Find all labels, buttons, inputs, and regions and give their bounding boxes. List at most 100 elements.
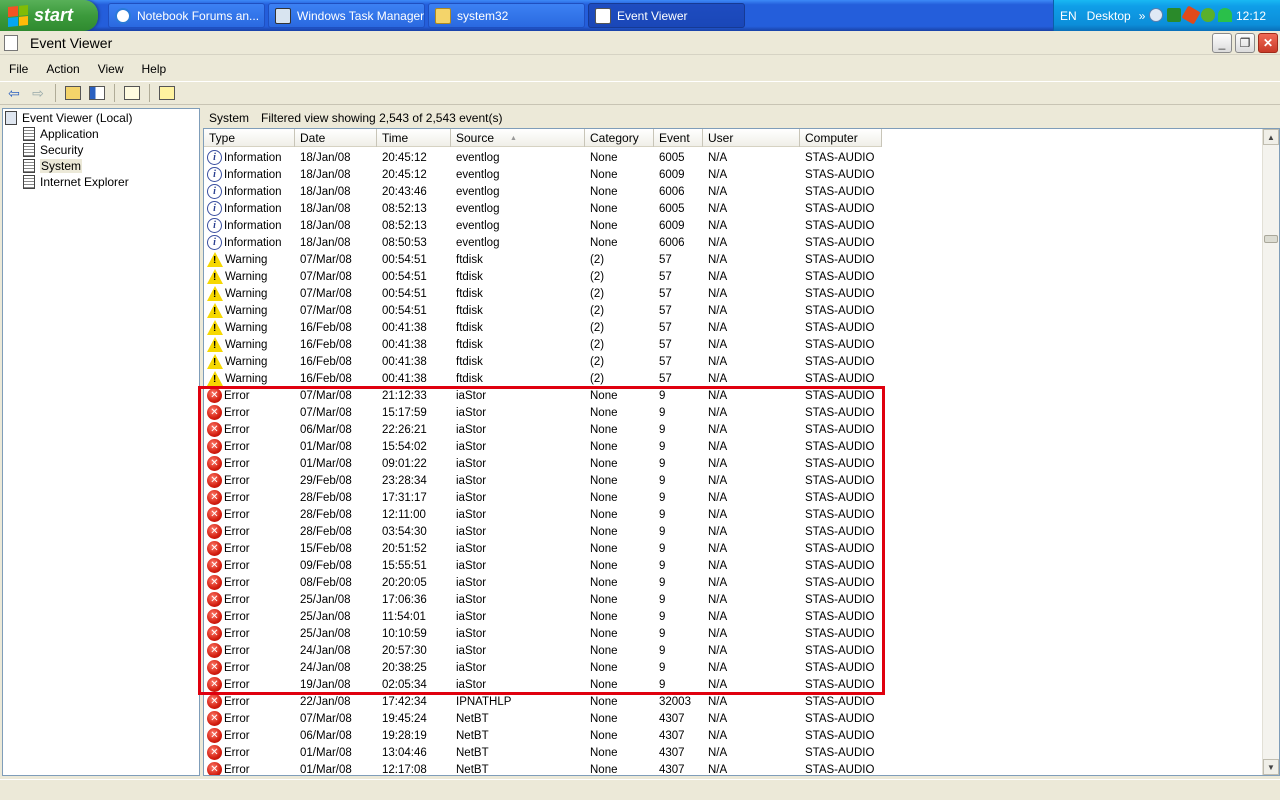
taskbar-button-system32[interactable]: system32 bbox=[428, 3, 585, 28]
table-row[interactable]: ! Warning 07/Mar/08 00:54:51 ftdisk (2) 57 N/A S… bbox=[204, 251, 882, 268]
window-titlebar[interactable]: Event Viewer bbox=[0, 31, 1280, 55]
scroll-down-arrow-icon[interactable]: ▼ bbox=[1263, 759, 1279, 775]
scroll-up-arrow-icon[interactable]: ▲ bbox=[1263, 129, 1279, 145]
table-row[interactable]: ✕ Error 29/Feb/08 23:28:34 iaStor None 9 N/A STA… bbox=[204, 472, 882, 489]
table-row[interactable]: i Information 18/Jan/08 20:43:46 eventlog Non… bbox=[204, 183, 882, 200]
column-header-source[interactable]: Source ▲ bbox=[451, 129, 585, 147]
table-row[interactable]: ✕ Error 06/Mar/08 22:26:21 iaStor None 9 N/A STA… bbox=[204, 421, 882, 438]
help-icon[interactable] bbox=[157, 83, 177, 103]
desktop-toolbar[interactable]: Desktop bbox=[1087, 9, 1131, 23]
start-button[interactable]: start bbox=[0, 0, 98, 31]
tree-root-event-viewer[interactable]: Event Viewer (Local) bbox=[5, 110, 133, 126]
table-row[interactable]: ! Warning 16/Feb/08 00:41:38 ftdisk (2) 57 N/A S… bbox=[204, 336, 882, 353]
vertical-scrollbar[interactable]: ▲ ▼ bbox=[1262, 129, 1279, 775]
column-header-computer[interactable]: Computer bbox=[800, 129, 882, 147]
cell-time: 12:11:00 bbox=[382, 508, 426, 521]
table-row[interactable]: ! Warning 07/Mar/08 00:54:51 ftdisk (2) 57 N/A S… bbox=[204, 285, 882, 302]
table-row[interactable]: ✕ Error 01/Mar/08 13:04:46 NetBT None 4307 N/A S… bbox=[204, 744, 882, 761]
event-viewer-app-icon[interactable] bbox=[4, 34, 18, 51]
table-row[interactable]: ✕ Error 19/Jan/08 02:05:34 iaStor None 9 N/A STA… bbox=[204, 676, 882, 693]
table-row[interactable]: ✕ Error 28/Feb/08 12:11:00 iaStor None 9 N/A STA… bbox=[204, 506, 882, 523]
wireless-icon[interactable] bbox=[1218, 8, 1232, 22]
memory-meter-icon[interactable] bbox=[1167, 8, 1181, 22]
column-header-type[interactable]: Type bbox=[204, 129, 295, 147]
forward-arrow-icon[interactable]: ⇨ bbox=[28, 83, 48, 103]
column-header-label: Category bbox=[590, 131, 639, 145]
table-row[interactable]: ✕ Error 15/Feb/08 20:51:52 iaStor None 9 N/A STA… bbox=[204, 540, 882, 557]
table-row[interactable]: ✕ Error 24/Jan/08 20:38:25 iaStor None 9 N/A STA… bbox=[204, 659, 882, 676]
table-row[interactable]: ✕ Error 06/Mar/08 19:28:19 NetBT None 4307 N/A S… bbox=[204, 727, 882, 744]
table-row[interactable]: ✕ Error 28/Feb/08 17:31:17 iaStor None 9 N/A STA… bbox=[204, 489, 882, 506]
information-icon: i bbox=[207, 235, 222, 250]
language-indicator[interactable]: EN bbox=[1060, 9, 1077, 23]
table-row[interactable]: ✕ Error 07/Mar/08 21:12:33 iaStor None 9 N/A STA… bbox=[204, 387, 882, 404]
table-row[interactable]: ! Warning 07/Mar/08 00:54:51 ftdisk (2) 57 N/A S… bbox=[204, 268, 882, 285]
clock[interactable]: 12:12 bbox=[1236, 9, 1266, 23]
table-row[interactable]: ✕ Error 01/Mar/08 15:54:02 iaStor None 9 N/A STA… bbox=[204, 438, 882, 455]
table-row[interactable]: ✕ Error 22/Jan/08 17:42:34 IPNATHLP None 32003… bbox=[204, 693, 882, 710]
table-row[interactable]: ✕ Error 01/Mar/08 09:01:22 iaStor None 9 N/A STA… bbox=[204, 455, 882, 472]
event-list: Type Date Time Source ▲ Category Event User Comp… bbox=[203, 128, 1280, 776]
cell-source: iaStor bbox=[456, 440, 487, 453]
cell-type: ✕ Error bbox=[204, 439, 295, 454]
column-header-event[interactable]: Event bbox=[654, 129, 703, 147]
close-button[interactable]: ✕ bbox=[1258, 33, 1278, 53]
table-row[interactable]: ✕ Error 08/Feb/08 20:20:05 iaStor None 9 N/A STA… bbox=[204, 574, 882, 591]
column-header-user[interactable]: User bbox=[703, 129, 800, 147]
table-row[interactable]: ✕ Error 07/Mar/08 15:17:59 iaStor None 9 N/A STA… bbox=[204, 404, 882, 421]
maximize-button[interactable]: ❐ bbox=[1235, 33, 1255, 53]
table-row[interactable]: ✕ Error 25/Jan/08 11:54:01 iaStor None 9 N/A STA… bbox=[204, 608, 882, 625]
cell-type-label: Error bbox=[224, 508, 250, 521]
tree-item-internet-explorer[interactable]: Internet Explorer bbox=[23, 174, 129, 190]
taskbar-button-notebook-forums[interactable]: Notebook Forums an... bbox=[108, 3, 265, 28]
taskbar-button-task-manager[interactable]: Windows Task Manager bbox=[268, 3, 425, 28]
table-row[interactable]: ✕ Error 24/Jan/08 20:57:30 iaStor None 9 N/A STA… bbox=[204, 642, 882, 659]
table-row[interactable]: i Information 18/Jan/08 20:45:12 eventlog Non… bbox=[204, 149, 882, 166]
cell-type: ✕ Error bbox=[204, 711, 295, 726]
cell-source: eventlog bbox=[456, 185, 500, 198]
taskbar-button-event-viewer[interactable]: Event Viewer bbox=[588, 3, 745, 28]
column-header-time[interactable]: Time bbox=[377, 129, 451, 147]
table-row[interactable]: ✕ Error 25/Jan/08 17:06:36 iaStor None 9 N/A STA… bbox=[204, 591, 882, 608]
tree-item-security[interactable]: Security bbox=[23, 142, 83, 158]
table-row[interactable]: ✕ Error 09/Feb/08 15:55:51 iaStor None 9 N/A STA… bbox=[204, 557, 882, 574]
tree-item-system[interactable]: System bbox=[23, 158, 83, 174]
cell-date: 07/Mar/08 bbox=[300, 389, 352, 402]
cell-computer: STAS-AUDIO bbox=[805, 151, 875, 164]
tree-item-application[interactable]: Application bbox=[23, 126, 99, 142]
table-row[interactable]: i Information 18/Jan/08 08:52:13 eventlog Non… bbox=[204, 200, 882, 217]
table-row[interactable]: i Information 18/Jan/08 20:45:12 eventlog Non… bbox=[204, 166, 882, 183]
cell-time: 20:45:12 bbox=[382, 151, 427, 164]
show-hide-tree-icon[interactable] bbox=[87, 83, 107, 103]
menu-file[interactable]: File bbox=[0, 62, 37, 76]
table-row[interactable]: ! Warning 16/Feb/08 00:41:38 ftdisk (2) 57 N/A S… bbox=[204, 353, 882, 370]
menu-action[interactable]: Action bbox=[37, 62, 88, 76]
cell-category: (2) bbox=[590, 270, 605, 283]
table-row[interactable]: ! Warning 07/Mar/08 00:54:51 ftdisk (2) 57 N/A S… bbox=[204, 302, 882, 319]
collapse-tray-icon[interactable] bbox=[1149, 8, 1163, 22]
table-row[interactable]: i Information 18/Jan/08 08:50:53 eventlog Non… bbox=[204, 234, 882, 251]
column-header-category[interactable]: Category bbox=[585, 129, 654, 147]
menu-view[interactable]: View bbox=[89, 62, 133, 76]
column-header-date[interactable]: Date bbox=[295, 129, 377, 147]
table-row[interactable]: ✕ Error 25/Jan/08 10:10:59 iaStor None 9 N/A STA… bbox=[204, 625, 882, 642]
cell-time: 22:26:21 bbox=[382, 423, 427, 436]
toolbar-chevron[interactable]: » bbox=[1139, 9, 1146, 23]
app-tray-icon[interactable] bbox=[1181, 5, 1201, 25]
up-folder-icon[interactable] bbox=[63, 83, 83, 103]
cell-date: 18/Jan/08 bbox=[300, 202, 351, 215]
column-header-label: User bbox=[708, 131, 734, 145]
table-row[interactable]: ✕ Error 01/Mar/08 12:17:08 NetBT None 4307 N/A S… bbox=[204, 761, 882, 775]
export-list-icon[interactable] bbox=[122, 83, 142, 103]
scroll-thumb[interactable] bbox=[1264, 235, 1278, 243]
table-row[interactable]: i Information 18/Jan/08 08:52:13 eventlog Non… bbox=[204, 217, 882, 234]
table-row[interactable]: ! Warning 16/Feb/08 00:41:38 ftdisk (2) 57 N/A S… bbox=[204, 319, 882, 336]
table-row[interactable]: ! Warning 16/Feb/08 00:41:38 ftdisk (2) 57 N/A S… bbox=[204, 370, 882, 387]
table-row[interactable]: ✕ Error 28/Feb/08 03:54:30 iaStor None 9 N/A STA… bbox=[204, 523, 882, 540]
menu-help[interactable]: Help bbox=[133, 62, 176, 76]
minimize-button[interactable]: _ bbox=[1212, 33, 1232, 53]
cell-source: iaStor bbox=[456, 559, 487, 572]
utility-tray-icon[interactable] bbox=[1201, 8, 1215, 22]
back-arrow-icon[interactable]: ⇦ bbox=[4, 83, 24, 103]
table-row[interactable]: ✕ Error 07/Mar/08 19:45:24 NetBT None 4307 N/A S… bbox=[204, 710, 882, 727]
